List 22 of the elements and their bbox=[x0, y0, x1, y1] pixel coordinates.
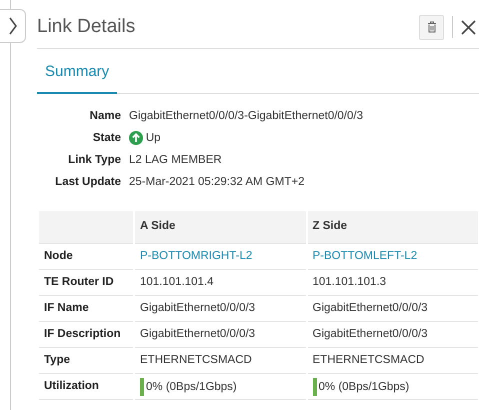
field-label: State bbox=[92, 130, 121, 146]
field-value: 25-Mar-2021 05:29:32 AM GMT+2 bbox=[129, 174, 306, 190]
column-header: A Side bbox=[135, 210, 306, 244]
tab[interactable]: Summary bbox=[37, 55, 118, 94]
field-value: Up bbox=[146, 130, 161, 146]
node-link[interactable]: P-BOTTOMLEFT-L2 bbox=[312, 250, 418, 262]
node-link[interactable]: P-BOTTOMRIGHT-L2 bbox=[140, 250, 252, 262]
chevron-icon bbox=[8, 17, 18, 35]
field-value: L2 LAG MEMBER bbox=[129, 152, 223, 168]
field-label: Link Type bbox=[67, 152, 121, 168]
close-icon bbox=[461, 20, 476, 34]
field-value: GigabitEthernet0/0/0/3-GigabitEthernet0/0/0/3 bbox=[129, 108, 364, 124]
panel-title: Link Details bbox=[37, 14, 136, 39]
trash-icon bbox=[426, 21, 436, 33]
field-label: Last Update bbox=[54, 174, 121, 190]
expand-button[interactable] bbox=[0, 9, 26, 43]
column-header: Z Side bbox=[308, 210, 478, 244]
field-label: Name bbox=[88, 108, 121, 124]
delete-button[interactable] bbox=[419, 14, 444, 40]
close-button[interactable] bbox=[461, 20, 476, 34]
utilization-value: 0% (0Bps/1Gbps) bbox=[146, 380, 237, 393]
utilization-value: 0% (0Bps/1Gbps) bbox=[318, 380, 410, 393]
